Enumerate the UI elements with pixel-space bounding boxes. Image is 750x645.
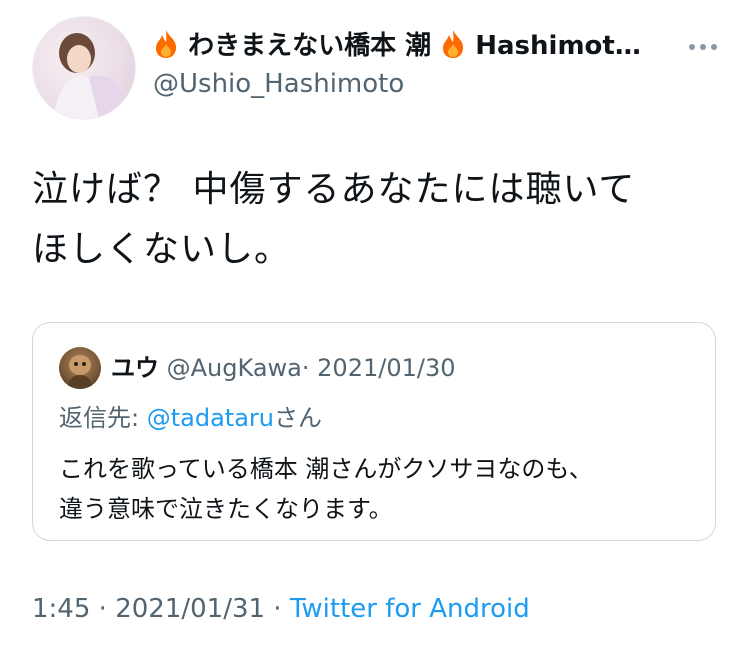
quoted-text-line: 違う意味で泣きたくなります。	[59, 495, 393, 523]
reply-prefix: 返信先:	[59, 404, 147, 432]
author-name-suffix: Hashimot…	[475, 31, 641, 61]
separator-dot: ·	[301, 354, 310, 382]
quoted-text: これを歌っている橋本 潮さんがクソサヨなのも、 違う意味で泣きたくなります。	[59, 449, 699, 529]
tweet-text-line: ほしくないし。	[32, 229, 292, 270]
flame-icon	[440, 30, 475, 61]
quoted-tweet[interactable]: ユウ @AugKawa· 2021/01/30 返信先: @tadataruさん…	[32, 322, 716, 541]
profile-photo-icon	[53, 33, 125, 119]
profile-photo-icon	[67, 355, 93, 389]
tweet-text-line: 泣けば？ 中傷するあなたには聴いて	[32, 169, 636, 210]
tweet-time[interactable]: 1:45	[32, 594, 90, 624]
reply-mention-link[interactable]: @tadataru	[147, 404, 274, 432]
separator-dot: ·	[90, 594, 116, 624]
reply-suffix: さん	[273, 404, 322, 432]
quoted-username[interactable]: @AugKawa	[167, 354, 302, 382]
flame-icon	[153, 30, 188, 61]
tweet: わきまえない橋本 潮 Hashimot… @Ushio_Hashimoto 泣け…	[0, 0, 750, 645]
tweet-text: 泣けば？ 中傷するあなたには聴いて ほしくないし。	[32, 160, 722, 280]
quoted-header: ユウ @AugKawa· 2021/01/30	[111, 351, 455, 385]
reply-to: 返信先: @tadataruさん	[59, 401, 322, 435]
author-name-text: わきまえない橋本 潮	[188, 31, 432, 61]
tweet-source-link[interactable]: Twitter for Android	[290, 594, 530, 624]
quoted-date[interactable]: 2021/01/30	[317, 354, 455, 382]
tweet-footer: 1:45 · 2021/01/31 · Twitter for Android	[32, 590, 530, 628]
author-display-name[interactable]: わきまえない橋本 潮 Hashimot…	[153, 26, 673, 66]
quoted-text-line: これを歌っている橋本 潮さんがクソサヨなのも、	[59, 455, 593, 483]
more-options-icon[interactable]	[689, 44, 717, 50]
quoted-avatar	[59, 347, 101, 389]
separator-dot: ·	[265, 594, 290, 624]
tweet-date[interactable]: 2021/01/31	[115, 594, 265, 624]
quoted-display-name[interactable]: ユウ	[111, 354, 159, 382]
author-username[interactable]: @Ushio_Hashimoto	[153, 66, 404, 102]
author-avatar[interactable]	[32, 16, 136, 120]
